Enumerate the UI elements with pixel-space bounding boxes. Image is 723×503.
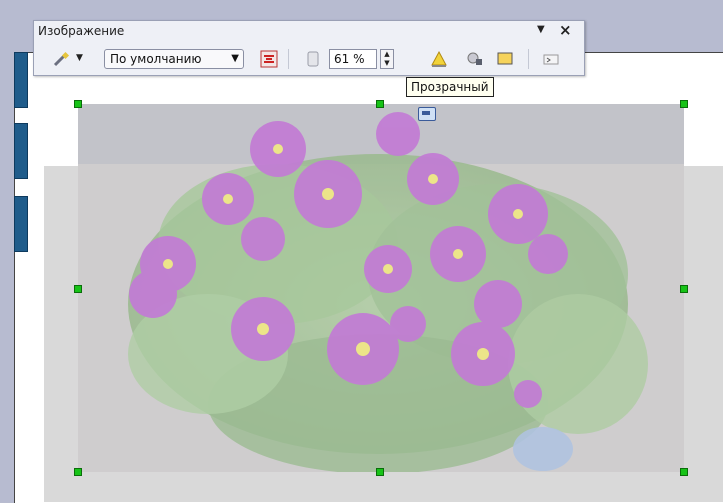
scissors-icon <box>543 54 559 65</box>
frame-button[interactable] <box>464 48 486 70</box>
ruler-marker <box>14 196 28 252</box>
transparency-button[interactable] <box>302 48 324 70</box>
transparency-field[interactable]: 61 % <box>329 49 377 69</box>
resize-handle-top[interactable] <box>376 100 384 108</box>
frame-icon <box>467 52 482 65</box>
resize-handle-left[interactable] <box>74 285 82 293</box>
image-toolbar: Изображение ▼ × ▼ По умолчанию ▼ 61 % ▲ ▼ <box>33 20 585 76</box>
crop-icon <box>431 50 447 67</box>
settings-button[interactable] <box>540 48 562 70</box>
transparency-value: 61 % <box>334 52 365 66</box>
toolbar-separator <box>528 49 529 69</box>
filter-button[interactable] <box>50 48 72 70</box>
resize-handle-bottom[interactable] <box>376 468 384 476</box>
crop-button[interactable] <box>428 48 450 70</box>
resize-handle-bottom-left[interactable] <box>74 468 82 476</box>
graphics-mode-select[interactable]: По умолчанию ▼ <box>104 49 244 69</box>
tooltip-transparency: Прозрачный <box>406 77 494 97</box>
wand-icon <box>53 51 70 67</box>
ruler-marker <box>14 52 28 108</box>
chevron-down-icon[interactable]: ▼ <box>537 24 545 35</box>
resize-handle-top-left[interactable] <box>74 100 82 108</box>
page-border <box>584 52 723 53</box>
flower-image[interactable] <box>78 104 684 472</box>
toolbar-title: Изображение <box>38 24 125 38</box>
graphics-mode-value: По умолчанию <box>110 52 202 66</box>
filter-dropdown-arrow-icon[interactable]: ▼ <box>76 53 83 63</box>
resize-handle-right[interactable] <box>680 285 688 293</box>
anchor-icon[interactable] <box>418 107 436 121</box>
transparency-stepper[interactable]: ▲ ▼ <box>380 49 394 69</box>
color-button[interactable] <box>258 48 280 70</box>
properties-icon <box>497 52 513 65</box>
ruler-marker <box>14 123 28 179</box>
properties-button[interactable] <box>494 48 516 70</box>
resize-handle-top-right[interactable] <box>680 100 688 108</box>
toolbar-separator <box>288 49 289 69</box>
transparency-icon <box>307 51 319 67</box>
resize-handle-bottom-right[interactable] <box>680 468 688 476</box>
color-icon <box>260 50 278 68</box>
close-icon[interactable]: × <box>559 21 572 39</box>
chevron-down-icon: ▼ <box>231 53 239 64</box>
flower-image-graphic <box>78 104 684 472</box>
